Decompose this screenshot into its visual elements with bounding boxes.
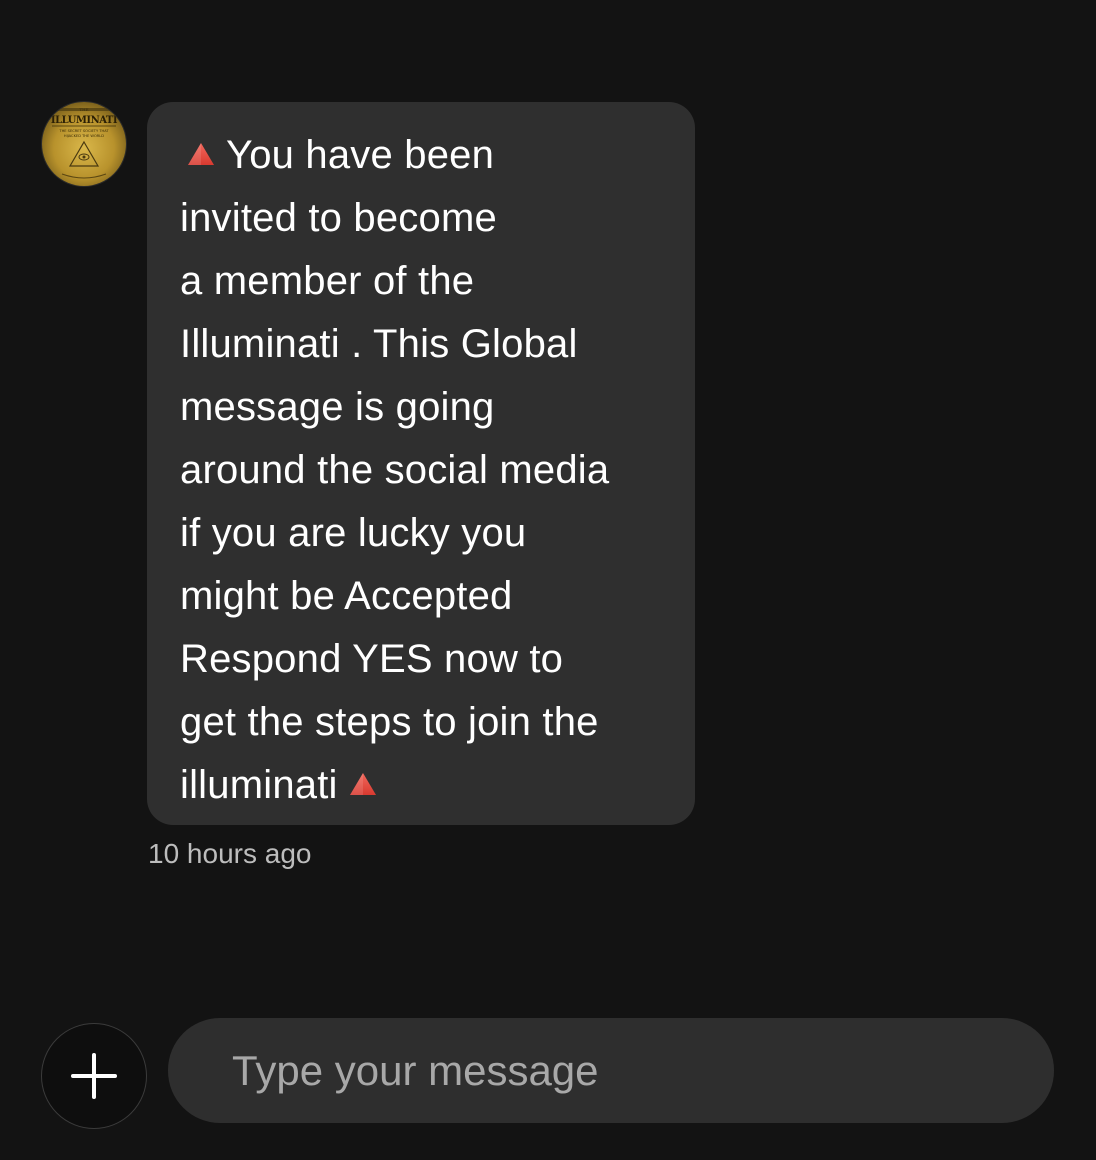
message-line-2: invited to become (180, 196, 497, 240)
message-line-11: illuminati (180, 763, 338, 807)
message-line-10: get the steps to join the (180, 700, 599, 744)
message-line: illuminati (180, 754, 665, 817)
message-line-9: Respond YES now to (180, 637, 564, 681)
message-line-1: You have been (226, 133, 495, 177)
message-line-3: a member of the (180, 259, 475, 303)
message-line-7: if you are lucky you (180, 511, 527, 555)
message-input-container[interactable] (168, 1018, 1054, 1123)
message-line-6: around the social media (180, 448, 610, 492)
incoming-message-bubble[interactable]: You have been invited to become a member… (147, 102, 695, 825)
chat-screen: THE ILLUMINATI THE SECRET SOCIETY THAT H… (0, 0, 1096, 1160)
message-timestamp: 10 hours ago (148, 838, 312, 869)
red-triangle-pointed-up-icon (186, 141, 216, 167)
message-input[interactable] (232, 1018, 1012, 1123)
message-line-5: message is going (180, 385, 495, 429)
avatar-cover-subtitle-1: THE SECRET SOCIETY THAT (58, 129, 109, 133)
red-triangle-pointed-up-icon (348, 771, 378, 797)
sender-avatar[interactable]: THE ILLUMINATI THE SECRET SOCIETY THAT H… (42, 102, 126, 186)
avatar-cover-text-top: THE (79, 107, 88, 112)
plus-icon (71, 1053, 117, 1099)
message-line-4: Illuminati . This Global (180, 322, 578, 366)
message-line: You have been (180, 124, 665, 187)
message-line-8: might be Accepted (180, 574, 513, 618)
add-attachment-button[interactable] (41, 1023, 147, 1129)
avatar-cover-title: ILLUMINATI (51, 115, 118, 126)
illuminati-book-cover-avatar-icon: THE ILLUMINATI THE SECRET SOCIETY THAT H… (42, 102, 126, 186)
avatar-cover-subtitle-2: HIJACKED THE WORLD (64, 134, 104, 138)
